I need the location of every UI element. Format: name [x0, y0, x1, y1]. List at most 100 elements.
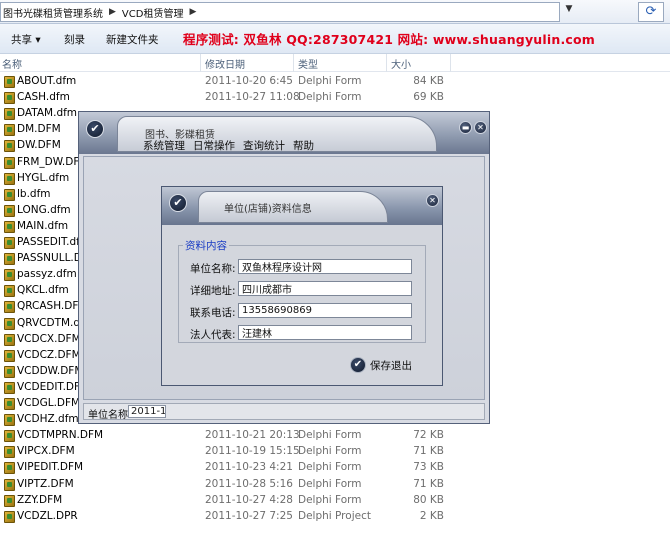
- status-value: 2011-10: [128, 405, 166, 418]
- file-icon: [4, 172, 15, 185]
- legal-rep-field[interactable]: [238, 325, 412, 340]
- file-icon: [4, 494, 15, 507]
- file-size: 84 KB: [413, 75, 444, 87]
- status-label: 单位名称: [88, 410, 128, 421]
- breadcrumb-current[interactable]: VCD租赁管理: [122, 5, 184, 20]
- address-field[interactable]: [238, 281, 412, 296]
- file-icon: [4, 108, 15, 121]
- file-size: 71 KB: [413, 445, 444, 458]
- app-menubar: 系统管理 日常操作 查询统计 帮助: [143, 138, 314, 153]
- file-date: 2011-10-27 4:28: [205, 493, 293, 506]
- file-icon: [4, 253, 15, 266]
- column-date[interactable]: 修改日期: [205, 56, 245, 71]
- file-size: 71 KB: [413, 477, 444, 490]
- file-name: ABOUT.dfm: [17, 75, 77, 87]
- file-name: DATAM.dfm: [17, 107, 78, 120]
- file-date: 2011-10-21 20:13: [205, 429, 300, 442]
- field-label-legal-rep: 法人代表:: [190, 329, 236, 341]
- file-icon: [4, 92, 15, 105]
- file-icon: [4, 333, 15, 346]
- burn-button[interactable]: 刻录: [64, 32, 85, 47]
- column-divider[interactable]: [293, 54, 294, 72]
- file-icon: [4, 365, 15, 378]
- file-type: Delphi Project: [298, 509, 371, 522]
- file-name: VCDGL.DFM: [17, 397, 81, 409]
- column-size[interactable]: 大小: [391, 56, 411, 71]
- chevron-right-icon[interactable]: ▶: [109, 7, 116, 17]
- share-button[interactable]: 共享 ▾: [11, 32, 41, 47]
- promo-text: 程序测试: 双鱼林 QQ:287307421 网站: www.shuangyul…: [183, 32, 596, 47]
- file-icon: [4, 446, 15, 459]
- file-type: Delphi Form: [298, 91, 362, 104]
- file-type: Delphi Form: [298, 75, 362, 87]
- file-row[interactable]: VCDZL.DPR 2011-10-27 7:25 Delphi Project 2 …: [0, 509, 670, 525]
- file-size: 69 KB: [413, 91, 444, 104]
- file-name: DW.DFM: [17, 139, 61, 152]
- chevron-right-icon[interactable]: ▶: [189, 7, 196, 17]
- file-size: 72 KB: [413, 429, 444, 442]
- menu-system[interactable]: 系统管理: [143, 138, 185, 153]
- save-exit-button[interactable]: ✔ 保存退出: [350, 355, 412, 375]
- column-name[interactable]: 名称: [2, 56, 22, 71]
- column-divider[interactable]: [386, 54, 387, 72]
- minimize-icon[interactable]: ▬: [459, 121, 472, 134]
- file-icon: [4, 317, 15, 330]
- field-label-unit-name: 单位名称:: [190, 263, 236, 275]
- file-row[interactable]: CASH.dfm 2011-10-27 11:08 Delphi Form 69 KB: [0, 90, 670, 106]
- file-name: VCDTMPRN.DFM: [17, 429, 104, 442]
- address-bar: 图书光碟租赁管理系统 ▶ VCD租赁管理 ▶ ▼ ⟳: [0, 0, 670, 24]
- file-name: HYGL.dfm: [17, 171, 70, 184]
- file-name: VIPEDIT.DFM: [17, 461, 84, 474]
- chevron-down-icon[interactable]: ▼: [562, 4, 576, 20]
- new-folder-button[interactable]: 新建文件夹: [106, 32, 159, 47]
- file-row[interactable]: VCDTMPRN.DFM 2011-10-21 20:13 Delphi Form 7…: [0, 428, 670, 444]
- address-box[interactable]: 图书光碟租赁管理系统 ▶ VCD租赁管理 ▶: [0, 2, 560, 22]
- menu-help[interactable]: 帮助: [293, 138, 314, 153]
- file-type: Delphi Form: [298, 477, 362, 490]
- file-row[interactable]: VIPCX.DFM 2011-10-19 15:15 Delphi Form 71 K…: [0, 444, 670, 460]
- status-bar: 单位名称 2011-10: [83, 403, 485, 421]
- file-icon: [4, 478, 15, 491]
- file-date: 2011-10-19 15:15: [205, 445, 300, 458]
- file-icon: [4, 398, 15, 410]
- column-divider[interactable]: [450, 54, 451, 72]
- menu-daily[interactable]: 日常操作: [193, 138, 235, 153]
- file-name: CASH.dfm: [17, 91, 70, 104]
- file-name: VIPCX.DFM: [17, 445, 75, 458]
- file-date: 2011-10-28 5:16: [205, 477, 293, 490]
- file-name: LONG.dfm: [17, 203, 71, 216]
- file-icon: [4, 510, 15, 523]
- file-row[interactable]: ZZY.DFM 2011-10-27 4:28 Delphi Form 80 KB: [0, 493, 670, 509]
- file-row[interactable]: VIPEDIT.DFM 2011-10-23 4:21 Delphi Form 73 …: [0, 460, 670, 476]
- file-size: 73 KB: [413, 461, 444, 474]
- file-icon: [4, 188, 15, 201]
- file-type: Delphi Form: [298, 445, 362, 458]
- menu-query[interactable]: 查询统计: [243, 138, 285, 153]
- refresh-icon[interactable]: ⟳: [638, 2, 664, 22]
- column-type[interactable]: 类型: [298, 56, 318, 71]
- unit-name-field[interactable]: [238, 259, 412, 274]
- file-name: VCDCZ.DFM: [17, 348, 81, 361]
- file-row[interactable]: ABOUT.dfm 2011-10-20 6:45 Delphi Form 84 KB: [0, 74, 670, 90]
- breadcrumb-root[interactable]: 图书光碟租赁管理系统: [3, 5, 103, 20]
- file-icon: [4, 462, 15, 475]
- file-name: DM.DFM: [17, 123, 61, 136]
- app-titlebar: ✔ 图书、影碟租赁 系统管理 日常操作 查询统计 帮助 ▬ ✕: [79, 112, 489, 154]
- file-name: passyz.dfm: [17, 268, 77, 281]
- column-divider[interactable]: [200, 54, 201, 72]
- save-exit-label: 保存退出: [370, 359, 412, 372]
- file-icon: [4, 237, 15, 249]
- dialog-titlebar: ✔ 单位(店铺)资料信息 ✕: [162, 187, 442, 225]
- phone-field[interactable]: [238, 303, 412, 318]
- file-type: Delphi Form: [298, 429, 362, 442]
- file-name: VIPTZ.DFM: [17, 477, 74, 490]
- file-icon: [4, 414, 15, 427]
- dialog-title: 单位(店铺)资料信息: [224, 204, 312, 215]
- close-icon[interactable]: ✕: [474, 121, 487, 134]
- check-icon: ✔: [350, 357, 366, 373]
- file-date: 2011-10-27 11:08: [205, 91, 300, 104]
- file-type: Delphi Form: [298, 461, 362, 474]
- file-row[interactable]: VIPTZ.DFM 2011-10-28 5:16 Delphi Form 71 KB: [0, 477, 670, 493]
- close-icon[interactable]: ✕: [426, 194, 439, 207]
- file-name: lb.dfm: [17, 187, 51, 200]
